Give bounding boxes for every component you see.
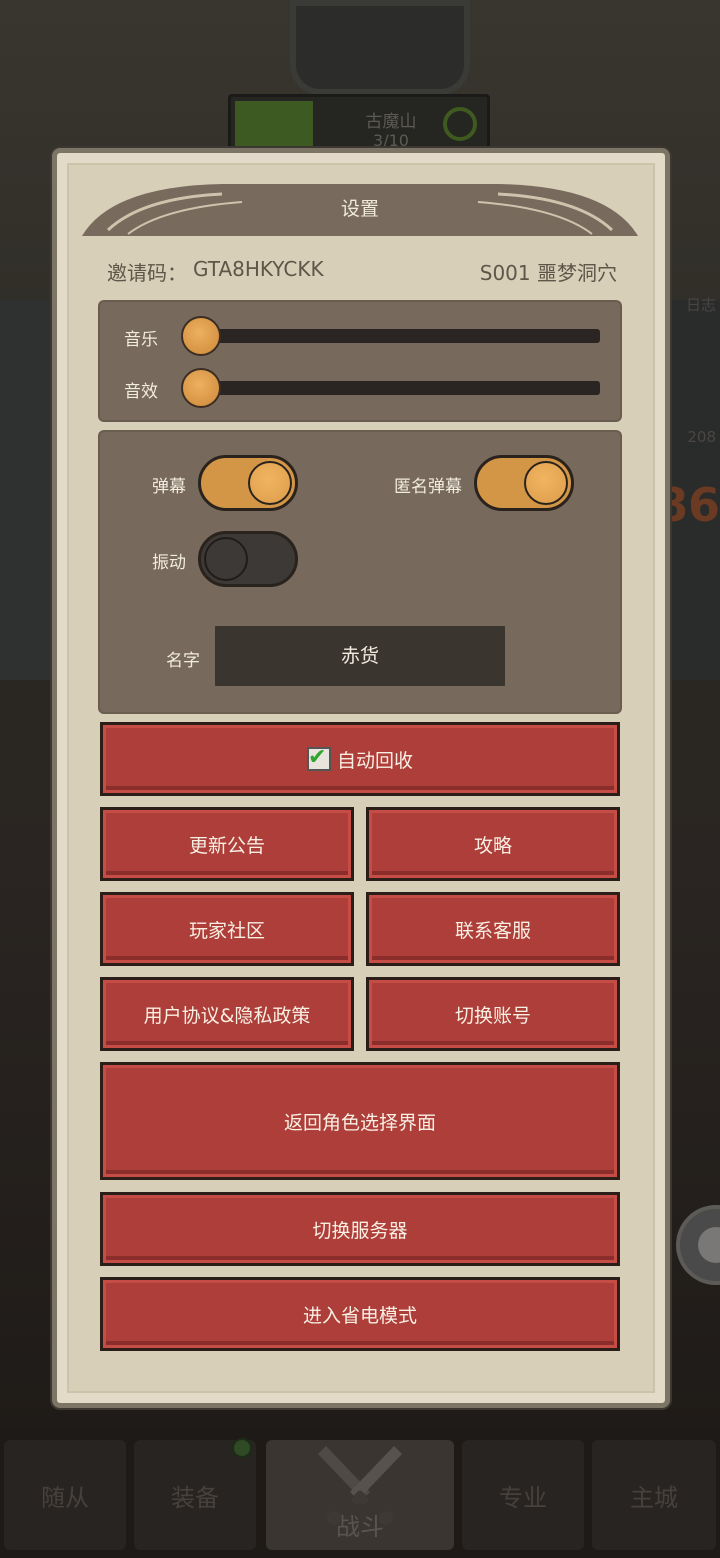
- anon-danmaku-toggle[interactable]: [474, 455, 574, 511]
- vibration-label: 振动: [152, 553, 186, 573]
- server-name: S001 噩梦洞穴: [479, 261, 617, 285]
- agreement-button[interactable]: 用户协议&隐私政策: [100, 977, 354, 1051]
- danmaku-label: 弹幕: [152, 477, 186, 497]
- music-slider-track[interactable]: [182, 329, 600, 343]
- switch-server-button[interactable]: 切换服务器: [100, 1192, 620, 1266]
- sfx-slider-knob[interactable]: [181, 368, 221, 408]
- guide-button[interactable]: 攻略: [366, 807, 620, 881]
- music-label: 音乐: [124, 330, 158, 350]
- sfx-label: 音效: [124, 382, 158, 402]
- toggle-knob: [204, 537, 248, 581]
- name-label: 名字: [166, 651, 200, 671]
- community-button[interactable]: 玩家社区: [100, 892, 354, 966]
- power-saving-button[interactable]: 进入省电模式: [100, 1277, 620, 1351]
- update-notice-button[interactable]: 更新公告: [100, 807, 354, 881]
- anon-danmaku-label: 匿名弹幕: [394, 477, 462, 497]
- title-banner: [82, 184, 638, 236]
- notification-badge: [232, 1438, 252, 1458]
- sfx-slider-track[interactable]: [182, 381, 600, 395]
- check-icon: ✔: [307, 745, 327, 770]
- toggle-knob: [524, 461, 568, 505]
- support-button[interactable]: 联系客服: [366, 892, 620, 966]
- tower-decoration: [290, 0, 470, 95]
- refresh-icon: [443, 107, 477, 141]
- auto-recycle-button[interactable]: ✔ 自动回收: [100, 722, 620, 796]
- invite-label: 邀请码：: [107, 261, 187, 285]
- auto-recycle-checkbox[interactable]: ✔: [306, 745, 331, 771]
- toggle-knob: [248, 461, 292, 505]
- stage-name: 古魔山: [365, 112, 417, 132]
- name-input[interactable]: 赤货: [215, 626, 505, 686]
- left-side-panel: [0, 300, 52, 680]
- stage-progress-fill: [235, 101, 313, 151]
- nav-tab-profession[interactable]: 专业: [462, 1440, 584, 1550]
- back-to-character-button[interactable]: 返回角色选择界面: [100, 1062, 620, 1180]
- invite-code[interactable]: GTA8HKYCKK: [193, 257, 324, 281]
- invite-row: 邀请码： GTA8HKYCKK S001 噩梦洞穴: [107, 257, 617, 287]
- crossed-swords-icon: [318, 1446, 402, 1525]
- nav-tab-main-city[interactable]: 主城: [592, 1440, 716, 1550]
- log-label: 日志: [685, 296, 716, 314]
- nav-tab-followers[interactable]: 随从: [4, 1440, 126, 1550]
- vibration-toggle[interactable]: [198, 531, 298, 587]
- stage-indicator: 古魔山 3/10: [228, 94, 490, 156]
- danmaku-toggle[interactable]: [198, 455, 298, 511]
- audio-panel: [100, 302, 620, 420]
- switch-account-button[interactable]: 切换账号: [366, 977, 620, 1051]
- music-slider-knob[interactable]: [181, 316, 221, 356]
- auto-recycle-label: 自动回收: [336, 749, 413, 772]
- side-counter: 208: [687, 428, 716, 446]
